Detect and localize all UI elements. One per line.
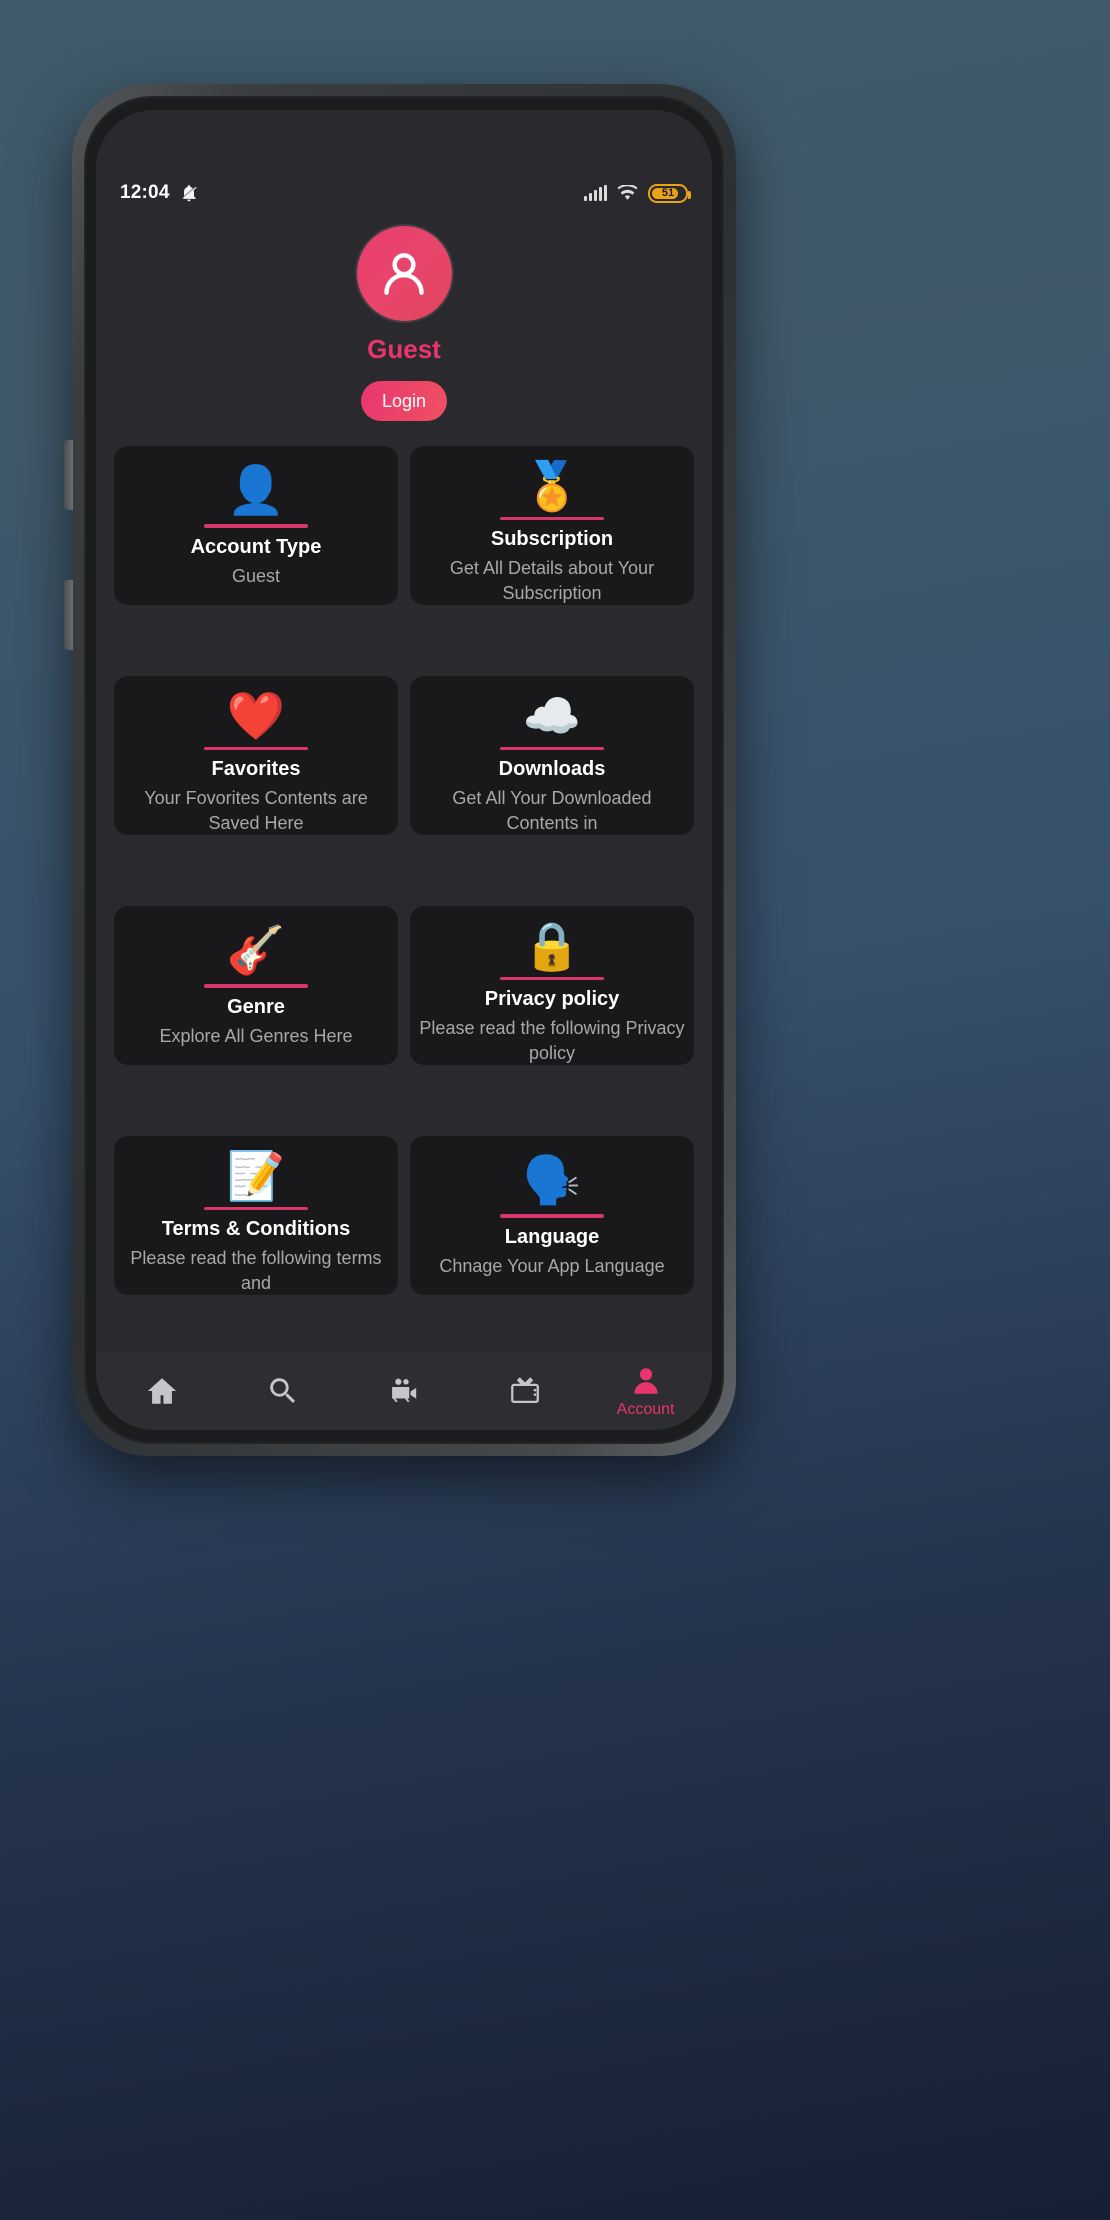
card-divider <box>500 976 604 981</box>
card-subscription[interactable]: 🏅 Subscription Get All Details about You… <box>410 446 694 605</box>
phone-screen: 12:04 51 Guest Login 👤 Account Type Gues… <box>96 110 712 1430</box>
nav-item-account[interactable]: Account <box>601 1364 691 1419</box>
home-icon <box>148 1378 177 1404</box>
bottom-navigation-bar: Account <box>96 1352 712 1430</box>
account-screen: Guest Login 👤 Account Type Guest 🏅 Subsc… <box>96 214 712 1430</box>
card-subtitle: Guest <box>231 566 281 586</box>
locked-document-shield-icon: 🔒 <box>522 918 582 972</box>
status-bar-left: 12:04 <box>120 182 199 204</box>
card-title: Subscription <box>490 528 614 551</box>
card-subtitle: Chnage Your App Language <box>439 1256 665 1276</box>
card-title: Account Type <box>190 536 322 558</box>
card-subtitle: Your Fovorites Contents are Saved Here <box>144 788 368 833</box>
profile-header: Guest Login <box>96 214 712 421</box>
card-divider <box>204 746 308 751</box>
status-bar-right: 51 <box>584 183 691 203</box>
bust-in-silhouette-icon: 👤 <box>226 462 286 516</box>
card-subtitle: Explore All Genres Here <box>159 1026 353 1046</box>
card-subtitle: Get All Details about Your Subscription <box>449 558 655 603</box>
card-language[interactable]: 🗣️ Language Chnage Your App Language <box>410 1136 694 1295</box>
terms-document-pencil-icon: 📝 <box>226 1148 286 1202</box>
status-clock: 12:04 <box>120 182 170 203</box>
mariachi-guitarist-icon: 🎸 <box>226 922 286 976</box>
nav-item-search[interactable] <box>238 1374 328 1408</box>
card-divider <box>500 1214 604 1218</box>
battery-level-text: 51 <box>661 187 675 199</box>
card-subtitle: Please read the following terms and <box>130 1248 382 1293</box>
card-title: Genre <box>227 996 285 1018</box>
card-subtitle: Get All Your Downloaded Contents in <box>452 788 652 833</box>
nav-item-home[interactable] <box>117 1374 207 1408</box>
card-divider <box>500 516 604 521</box>
card-title: Downloads <box>498 758 606 781</box>
search-icon <box>270 1378 296 1404</box>
battery-indicator: 51 <box>648 183 691 203</box>
television-icon <box>510 1377 539 1404</box>
card-title: Language <box>504 1226 600 1248</box>
profile-name: Guest <box>367 334 441 364</box>
laurel-star-medal-icon: 🏅 <box>522 458 582 512</box>
nav-item-account-label: Account <box>616 1400 675 1418</box>
card-title: Privacy policy <box>484 988 620 1011</box>
card-account-type[interactable]: 👤 Account Type Guest <box>114 446 398 605</box>
person-icon <box>384 252 424 295</box>
account-person-icon <box>633 1367 658 1394</box>
card-divider <box>204 524 308 528</box>
avatar[interactable] <box>356 226 452 321</box>
card-divider <box>204 1206 308 1211</box>
card-terms-conditions[interactable]: 📝 Terms & Conditions Please read the fol… <box>114 1136 398 1295</box>
card-divider <box>204 984 308 988</box>
red-heart-icon: ❤️ <box>226 688 286 742</box>
status-bar: 12:04 51 <box>96 172 712 214</box>
card-privacy-policy[interactable]: 🔒 Privacy policy Please read the followi… <box>410 906 694 1065</box>
signal-bars-icon <box>584 184 607 201</box>
movie-camera-icon <box>392 1378 417 1402</box>
volume-up-button[interactable] <box>64 440 73 510</box>
language-bubbles-icon: 🗣️ <box>522 1152 582 1206</box>
card-genre[interactable]: 🎸 Genre Explore All Genres Here <box>114 906 398 1065</box>
settings-card-grid: 👤 Account Type Guest 🏅 Subscription Get … <box>96 446 712 1352</box>
wifi-icon <box>617 184 638 200</box>
volume-down-button[interactable] <box>64 580 73 650</box>
login-button[interactable]: Login <box>361 381 447 421</box>
card-downloads[interactable]: ☁️ Downloads Get All Your Downloaded Con… <box>410 676 694 835</box>
card-favorites[interactable]: ❤️ Favorites Your Fovorites Contents are… <box>114 676 398 835</box>
card-subtitle: Please read the following Privacy policy <box>419 1018 685 1063</box>
nav-item-tv[interactable] <box>480 1374 570 1408</box>
card-title: Terms & Conditions <box>161 1218 351 1241</box>
card-divider <box>500 746 604 751</box>
bell-off-icon <box>181 185 197 202</box>
card-title: Favorites <box>211 758 301 781</box>
nav-item-movies[interactable] <box>359 1374 449 1408</box>
cloud-download-icon: ☁️ <box>522 688 582 742</box>
